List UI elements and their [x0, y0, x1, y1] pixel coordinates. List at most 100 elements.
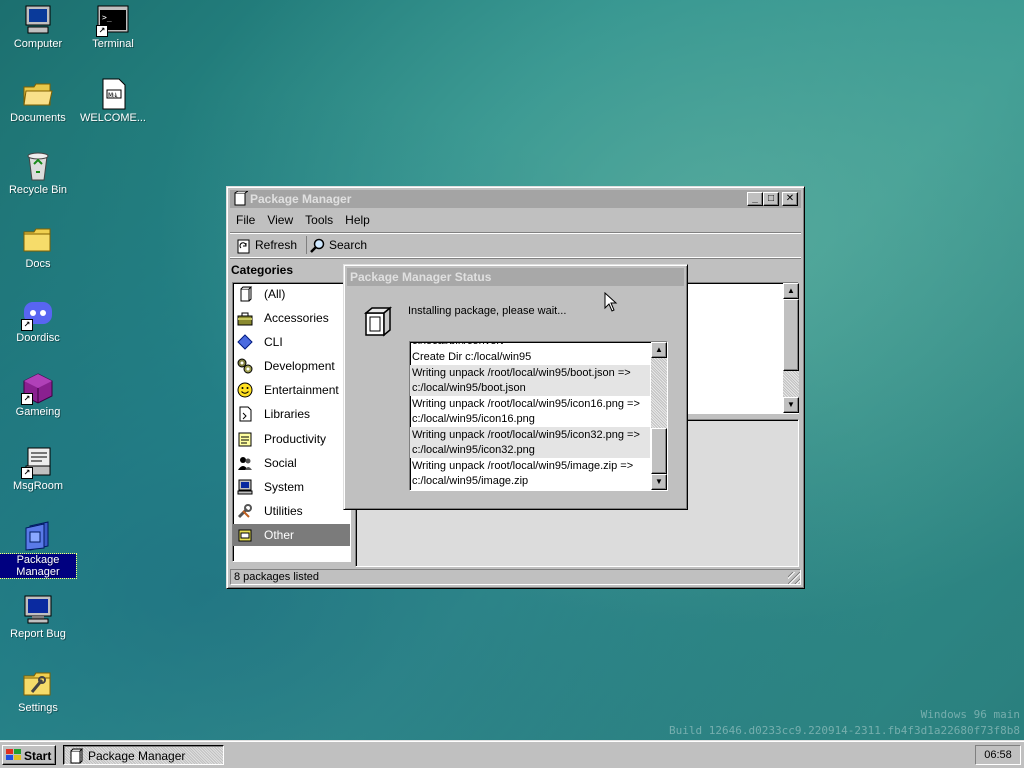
log-line: Writing unpack /root/local/win95/icon32.…	[410, 427, 650, 442]
install-log[interactable]: c:/local/bin/convert Create Dir c:/local…	[409, 341, 668, 491]
folder-icon	[22, 224, 54, 256]
menu-file[interactable]: File	[230, 211, 261, 227]
toolbar: Refresh Search	[230, 232, 801, 258]
taskbar: Start Package Manager 06:58	[0, 740, 1024, 768]
log-line: c:/local/win95/boot.json	[410, 380, 650, 396]
categories-header: Categories	[231, 263, 294, 277]
category-item-development[interactable]: Development	[233, 355, 350, 377]
install-message: Installing package, please wait...	[408, 305, 567, 317]
package-manager-titlebar[interactable]: Package Manager _ □ ✕	[230, 190, 801, 208]
smiley-icon	[237, 382, 253, 398]
menu-view[interactable]: View	[261, 211, 299, 227]
package-icon	[68, 748, 84, 764]
taskbar-item-label: Package Manager	[88, 749, 186, 763]
category-item-social[interactable]: Social	[233, 452, 350, 474]
desktop-icon-msgroom[interactable]: ↗ MsgRoom	[0, 446, 76, 492]
search-label: Search	[329, 238, 368, 252]
mouse-cursor-icon	[604, 291, 618, 312]
shortcut-arrow-icon: ↗	[21, 319, 33, 331]
package-icon	[232, 190, 250, 207]
dialog-title: Package Manager Status	[350, 270, 492, 284]
build-watermark-line1: Windows 96 main	[920, 708, 1020, 721]
category-item-system[interactable]: System	[233, 476, 350, 498]
desktop-icon-docs[interactable]: Docs	[0, 224, 76, 270]
markdown-file-icon: M↓	[97, 78, 129, 110]
folder-open-icon	[22, 78, 54, 110]
scroll-thumb[interactable]	[783, 299, 799, 371]
category-item-accessories[interactable]: Accessories	[233, 307, 350, 329]
scroll-down-button[interactable]: ▼	[783, 397, 799, 413]
log-scroll-up-button[interactable]: ▲	[651, 342, 667, 358]
start-label: Start	[24, 749, 52, 763]
log-line: c:/local/win95/icon32.png	[410, 442, 650, 458]
arrow-down-icon: ▼	[787, 400, 795, 409]
package-icon	[22, 520, 54, 552]
scroll-up-button[interactable]: ▲	[783, 283, 799, 299]
taskbar-item-package-manager[interactable]: Package Manager	[63, 745, 224, 765]
computer-icon	[237, 479, 253, 495]
desktop-icon-gameing[interactable]: ↗ Gameing	[0, 372, 76, 418]
desktop-icon-package-manager[interactable]: Package Manager	[0, 520, 77, 579]
desktop-icon-terminal[interactable]: >_ ↗ Terminal	[75, 4, 151, 50]
tools-icon	[237, 503, 253, 519]
category-item-libraries[interactable]: Libraries	[233, 403, 350, 425]
desktop-icon-computer[interactable]: Computer	[0, 4, 76, 50]
terminal-icon: >_ ↗	[96, 4, 129, 37]
other-box-icon	[237, 527, 253, 543]
log-line: Create Dir c:/local/win95	[412, 351, 532, 363]
refresh-icon	[236, 238, 252, 254]
maximize-button[interactable]: □	[763, 192, 779, 206]
start-button[interactable]: Start	[2, 745, 56, 765]
status-dialog[interactable]: Package Manager Status Installing packag…	[343, 264, 688, 510]
library-file-icon	[237, 406, 253, 422]
log-scrollbar[interactable]: ▲ ▼	[651, 342, 667, 490]
status-dialog-titlebar[interactable]: Package Manager Status	[347, 268, 684, 286]
computer-icon	[22, 4, 54, 36]
monitor-icon	[22, 594, 54, 626]
category-item-entertainment[interactable]: Entertainment	[233, 379, 350, 401]
category-item-other[interactable]: Other	[233, 524, 350, 546]
arrow-down-icon: ▼	[655, 477, 663, 486]
desktop-icon-recycle-bin[interactable]: Recycle Bin	[0, 150, 76, 196]
minimize-button[interactable]: _	[747, 192, 763, 206]
desktop-icon-settings[interactable]: Settings	[0, 668, 76, 714]
package-list-scrollbar[interactable]: ▲ ▼	[783, 283, 799, 413]
log-line: Writing unpack /root/local/win95/boot.js…	[410, 365, 650, 380]
chat-computer-icon: ↗	[21, 446, 54, 479]
svg-text:M↓: M↓	[108, 92, 118, 99]
log-line: c:/local/bin/convert	[412, 341, 504, 347]
log-line: c:/local/win95/image.zip	[412, 475, 529, 487]
category-item-utilities[interactable]: Utilities	[233, 500, 350, 522]
category-item-productivity[interactable]: Productivity	[233, 428, 350, 450]
menu-tools[interactable]: Tools	[299, 211, 339, 227]
category-item-cli[interactable]: CLI	[233, 331, 350, 353]
category-item-all[interactable]: (All)	[233, 283, 350, 305]
menu-help[interactable]: Help	[339, 211, 376, 227]
system-tray-clock[interactable]: 06:58	[975, 745, 1021, 765]
shortcut-arrow-icon: ↗	[96, 25, 108, 37]
build-watermark-line2: Build 12646.d0233cc9.220914-2311.fb4f3d1…	[669, 724, 1020, 737]
search-button[interactable]: Search	[306, 236, 367, 254]
gears-icon	[237, 358, 253, 374]
desktop[interactable]: Computer >_ ↗ Terminal Documents M↓ WELC…	[0, 0, 1024, 740]
discord-icon: ↗	[21, 298, 54, 331]
refresh-label: Refresh	[255, 238, 298, 252]
desktop-icon-doordisc[interactable]: ↗ Doordisc	[0, 298, 76, 344]
arrow-up-icon: ▲	[655, 345, 663, 354]
desktop-icon-report-bug[interactable]: Report Bug	[0, 594, 76, 640]
close-button[interactable]: ✕	[782, 192, 798, 206]
resize-grip-icon[interactable]	[788, 572, 800, 584]
log-scroll-down-button[interactable]: ▼	[651, 474, 667, 490]
maximize-icon: □	[767, 193, 775, 204]
shortcut-arrow-icon: ↗	[21, 393, 33, 405]
people-icon	[237, 455, 253, 471]
settings-folder-icon	[22, 668, 54, 700]
category-list[interactable]: (All) Accessories CLI Development Entert…	[232, 282, 351, 562]
desktop-icon-welcome[interactable]: M↓ WELCOME...	[75, 78, 151, 124]
cube-icon: ↗	[21, 372, 54, 405]
start-logo-icon	[6, 748, 22, 762]
refresh-button[interactable]: Refresh	[236, 236, 297, 254]
log-scroll-thumb[interactable]	[651, 428, 667, 474]
desktop-icon-documents[interactable]: Documents	[0, 78, 76, 124]
file-icon	[237, 286, 253, 302]
